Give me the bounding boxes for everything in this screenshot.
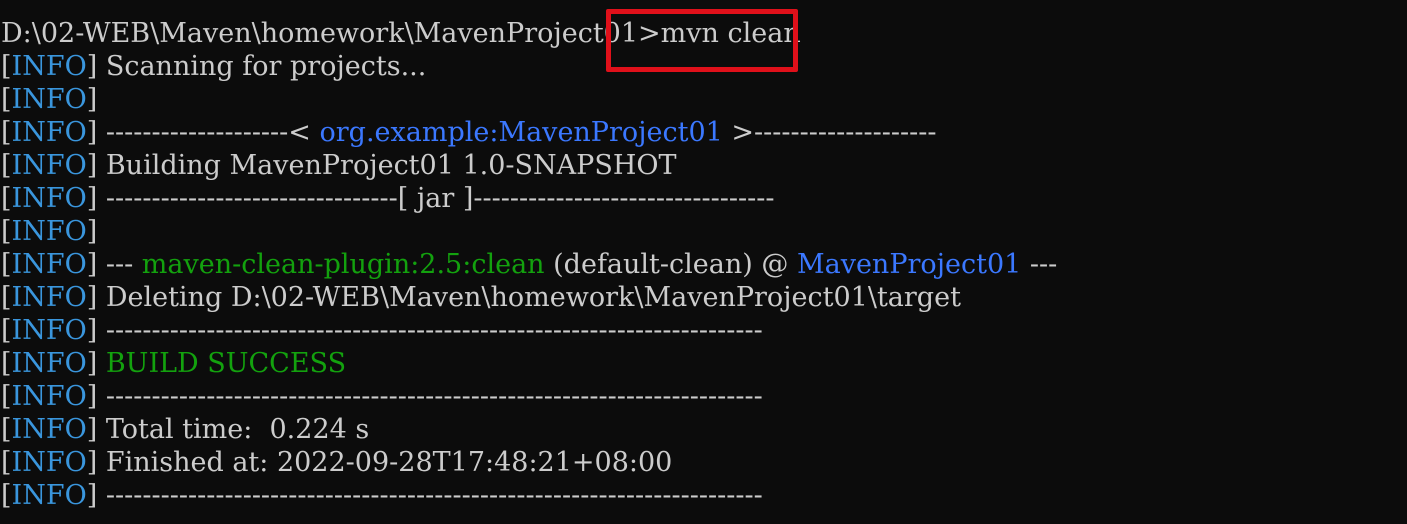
log-text: ----------------------------------------…: [105, 315, 763, 346]
log-line: [INFO] ---------------------------------…: [1, 480, 763, 511]
prompt-path: D:\02-WEB\Maven\homework\MavenProject01>: [1, 18, 661, 49]
log-line: [INFO] Total time: 0.224 s: [1, 414, 370, 445]
log-text: Deleting D:\02-WEB\Maven\homework\MavenP…: [105, 282, 961, 313]
command-highlight-box: [606, 9, 798, 72]
info-tag: INFO: [11, 315, 87, 346]
log-line: [INFO] ---------------------------------…: [1, 315, 763, 346]
log-line: [INFO] BUILD SUCCESS: [1, 348, 347, 379]
info-tag: INFO: [11, 414, 87, 445]
log-text: >--------------------: [722, 117, 937, 148]
total-time: Total time: 0.224 s: [105, 414, 370, 445]
log-line: [INFO] Finished at: 2022-09-28T17:48:21+…: [1, 447, 673, 478]
finished-at: Finished at: 2022-09-28T17:48:21+08:00: [105, 447, 673, 478]
log-line: [INFO] --------------------------------[…: [1, 183, 775, 214]
log-line: [INFO] Building MavenProject01 1.0-SNAPS…: [1, 150, 677, 181]
info-tag: INFO: [11, 282, 87, 313]
info-tag: INFO: [11, 480, 87, 511]
info-tag: INFO: [11, 348, 87, 379]
info-tag: INFO: [11, 51, 87, 82]
log-line: [INFO]: [1, 216, 98, 247]
log-line: [INFO] Deleting D:\02-WEB\Maven\homework…: [1, 282, 961, 313]
artifact-id: org.example:MavenProject01: [319, 117, 723, 148]
log-text: ----------------------------------------…: [105, 480, 763, 511]
log-text: --------------------------------[ jar ]-…: [105, 183, 775, 214]
log-text: ---: [105, 249, 142, 280]
build-status: BUILD SUCCESS: [105, 348, 347, 379]
log-text: (default-clean) @: [544, 249, 797, 280]
info-tag: INFO: [11, 381, 87, 412]
project-name: MavenProject01: [796, 249, 1022, 280]
log-line: [INFO] --------------------< org.example…: [1, 117, 937, 148]
log-text: Scanning for projects...: [105, 51, 427, 82]
log-text: Building MavenProject01 1.0-SNAPSHOT: [105, 150, 677, 181]
plugin-name: maven-clean-plugin:2.5:clean: [141, 249, 545, 280]
log-line: [INFO]: [1, 84, 98, 115]
info-tag: INFO: [11, 216, 87, 247]
info-tag: INFO: [11, 183, 87, 214]
log-text: ---: [1021, 249, 1058, 280]
log-line: [INFO] --- maven-clean-plugin:2.5:clean …: [1, 249, 1058, 280]
log-text: ----------------------------------------…: [105, 381, 763, 412]
log-line: [INFO] ---------------------------------…: [1, 381, 763, 412]
log-text: --------------------<: [105, 117, 320, 148]
info-tag: INFO: [11, 84, 87, 115]
terminal-window[interactable]: D:\02-WEB\Maven\homework\MavenProject01>…: [0, 0, 1407, 524]
info-tag: INFO: [11, 249, 87, 280]
info-tag: INFO: [11, 150, 87, 181]
info-tag: INFO: [11, 117, 87, 148]
info-tag: INFO: [11, 447, 87, 478]
